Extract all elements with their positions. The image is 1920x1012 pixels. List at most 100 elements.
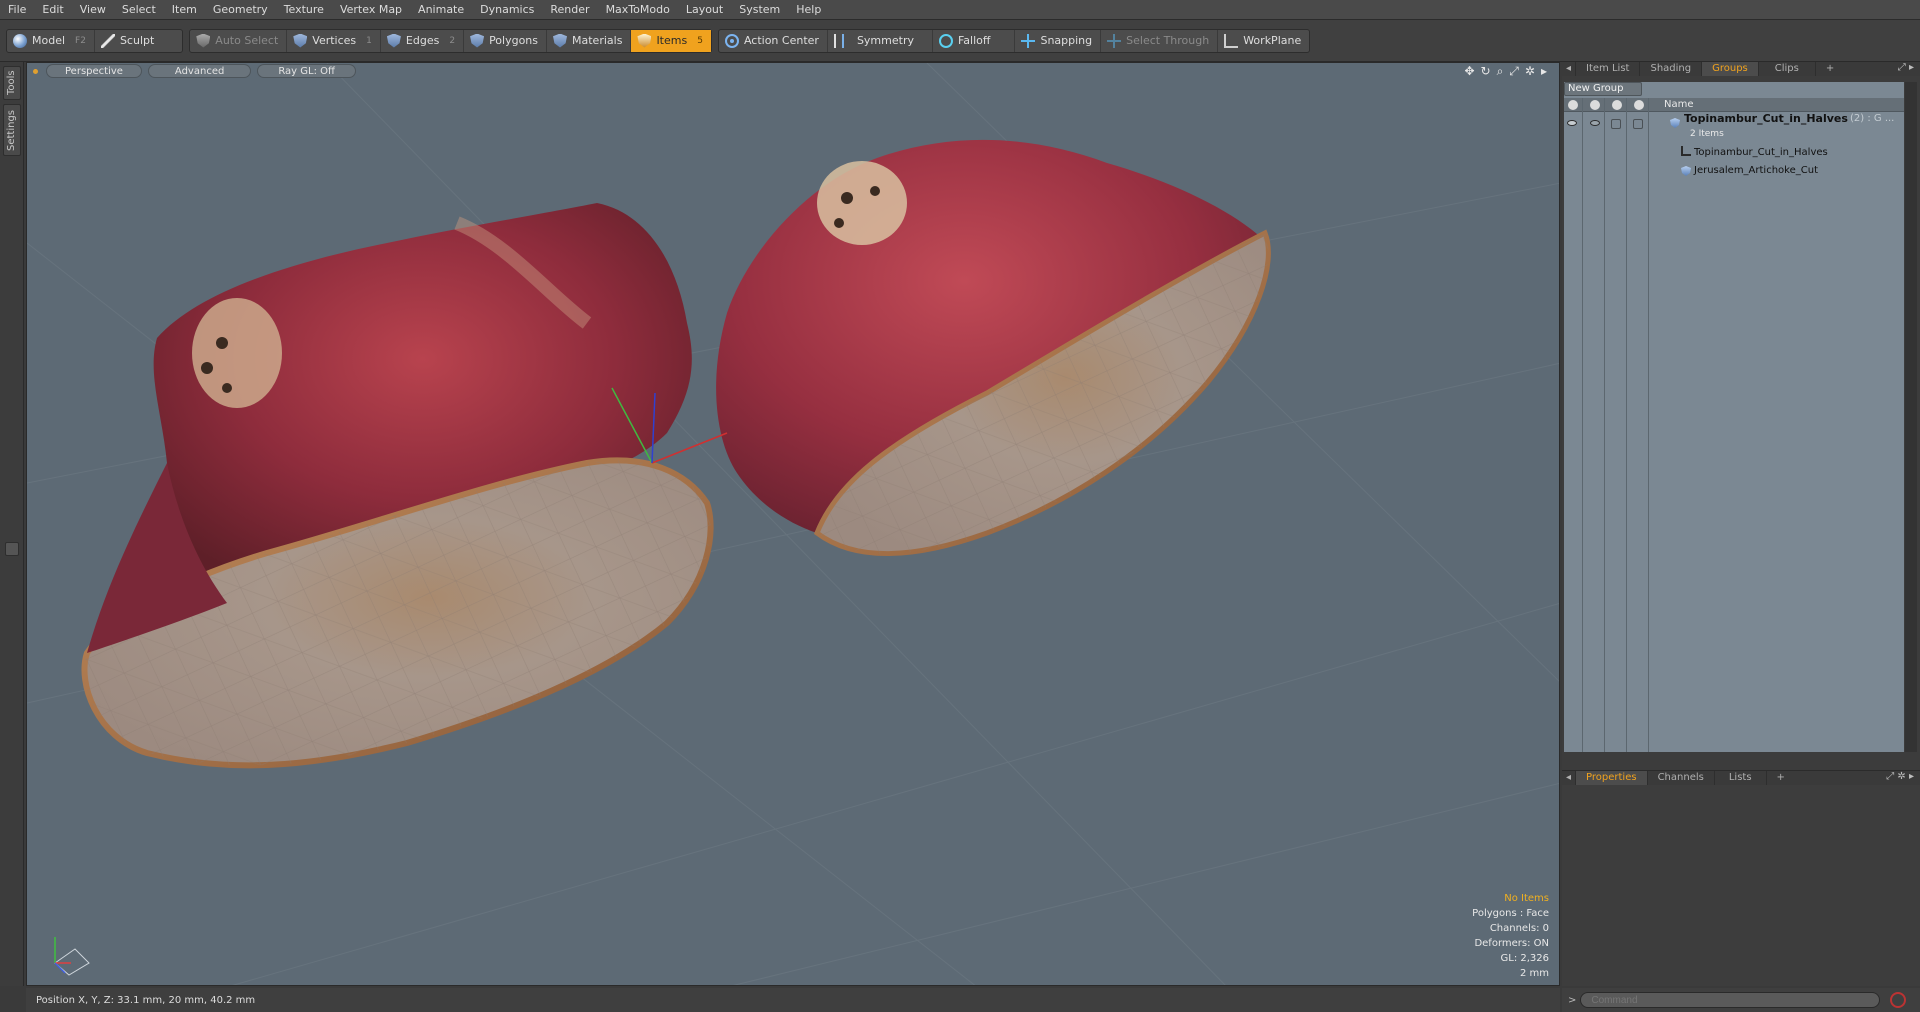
model-button[interactable]: Model F2 xyxy=(7,29,95,52)
items-button[interactable]: Items 5 xyxy=(631,29,711,52)
maximize-icon[interactable]: ⤢ xyxy=(1509,63,1519,79)
model-label: Model xyxy=(32,34,66,47)
tab-groups[interactable]: Groups xyxy=(1702,62,1759,76)
menu-dynamics[interactable]: Dynamics xyxy=(472,0,542,20)
menu-maxtomodo[interactable]: MaxToModo xyxy=(598,0,678,20)
tab-properties[interactable]: Properties xyxy=(1576,771,1648,785)
lock-column-icon[interactable] xyxy=(1612,100,1622,110)
visibility-eye-icon[interactable] xyxy=(1567,120,1577,126)
command-bar: > xyxy=(1562,988,1920,1012)
tab-channels[interactable]: Channels xyxy=(1648,771,1715,785)
items-icon xyxy=(637,33,652,48)
vertices-button[interactable]: Vertices 1 xyxy=(287,29,381,52)
play-arrow-icon[interactable]: ▸ xyxy=(1541,63,1547,79)
falloff-button[interactable]: Falloff xyxy=(933,29,1016,52)
falloff-label: Falloff xyxy=(957,34,991,47)
tab-tools[interactable]: Tools xyxy=(3,66,21,100)
sculpt-button[interactable]: Sculpt xyxy=(95,30,182,52)
column-divider xyxy=(1582,98,1583,752)
command-history-icon[interactable]: > xyxy=(1568,995,1576,1006)
menu-select[interactable]: Select xyxy=(114,0,164,20)
menu-layout[interactable]: Layout xyxy=(678,0,731,20)
rotate-icon[interactable]: ↻ xyxy=(1481,63,1491,79)
column-divider xyxy=(1648,98,1649,752)
menu-geometry[interactable]: Geometry xyxy=(205,0,276,20)
selection-mode-group: Auto Select Vertices 1 Edges 2 Polygons … xyxy=(189,28,712,53)
lock-toggle[interactable] xyxy=(1611,119,1621,129)
group-row[interactable]: Topinambur_Cut_in_Halves (2) : G ... 2 I… xyxy=(1564,112,1904,144)
tab-item-list[interactable]: Item List xyxy=(1576,62,1641,76)
pan-icon[interactable]: ✥ xyxy=(1464,63,1474,79)
select-toggle[interactable] xyxy=(1633,119,1643,129)
snapping-button[interactable]: Snapping xyxy=(1015,29,1102,52)
select-column-icon[interactable] xyxy=(1634,100,1644,110)
workplane-icon xyxy=(1224,33,1239,48)
3d-viewport[interactable]: Perspective Advanced Ray GL: Off ✥ ↻ ⌕ ⤢… xyxy=(26,62,1560,986)
brush-icon xyxy=(100,33,115,48)
add-tab-button[interactable]: + xyxy=(1816,62,1844,76)
zoom-icon[interactable]: ⌕ xyxy=(1497,63,1504,79)
render-toggle-icon[interactable] xyxy=(1590,120,1600,126)
materials-button[interactable]: Materials xyxy=(547,29,632,52)
menu-help[interactable]: Help xyxy=(788,0,829,20)
channels-info: Channels: 0 xyxy=(1489,923,1549,934)
child-item-name: Jerusalem_Artichoke_Cut xyxy=(1694,165,1818,176)
action-center-label: Action Center xyxy=(743,34,819,47)
tab-clips[interactable]: Clips xyxy=(1759,62,1816,76)
group-meta: (2) : G ... xyxy=(1850,113,1895,124)
polygons-button[interactable]: Polygons xyxy=(464,29,548,52)
viewport-menu-dot[interactable] xyxy=(33,68,38,74)
deformers-info: Deformers: ON xyxy=(1474,938,1549,949)
column-divider xyxy=(1626,98,1627,752)
column-divider xyxy=(1604,98,1605,752)
select-through-label: Select Through xyxy=(1126,34,1210,47)
panel-expand-icon[interactable]: ⤢ ▸ xyxy=(1898,62,1914,73)
groups-scrollbar[interactable] xyxy=(1905,82,1917,752)
tab-lists[interactable]: Lists xyxy=(1715,771,1767,785)
view-type-button[interactable]: Perspective xyxy=(46,64,142,78)
visibility-column-icon[interactable] xyxy=(1568,100,1578,110)
groups-tree: New Group Name Topinambur_Cut_in_Halves … xyxy=(1564,82,1904,752)
left-tab-strip: Tools Settings xyxy=(0,62,24,986)
gear-icon[interactable]: ✲ xyxy=(1525,63,1535,79)
tools-group: Action Center Symmetry Falloff Snapping … xyxy=(717,28,1311,53)
shading-mode-button[interactable]: Advanced xyxy=(147,64,252,78)
items-label: Items xyxy=(656,34,688,47)
edges-button[interactable]: Edges 2 xyxy=(381,29,465,52)
menu-file[interactable]: File xyxy=(0,0,34,20)
collapse-handle[interactable] xyxy=(5,542,19,556)
select-through-button[interactable]: Select Through xyxy=(1101,29,1219,52)
auto-select-button[interactable]: Auto Select xyxy=(190,29,288,52)
right-artichoke-half xyxy=(716,139,1271,557)
menu-render[interactable]: Render xyxy=(542,0,597,20)
menu-edit[interactable]: Edit xyxy=(34,0,71,20)
menu-view[interactable]: View xyxy=(72,0,114,20)
action-center-icon xyxy=(724,33,739,48)
new-group-button[interactable]: New Group xyxy=(1564,82,1642,96)
menu-system[interactable]: System xyxy=(731,0,788,20)
menu-animate[interactable]: Animate xyxy=(410,0,472,20)
raygl-button[interactable]: Ray GL: Off xyxy=(257,64,356,78)
action-center-button[interactable]: Action Center xyxy=(719,29,828,52)
tab-settings[interactable]: Settings xyxy=(3,104,21,156)
scene-render[interactable] xyxy=(27,63,1560,986)
tree-item-row[interactable]: Jerusalem_Artichoke_Cut xyxy=(1564,162,1904,180)
add-tab-button[interactable]: + xyxy=(1767,771,1795,785)
render-column-icon[interactable] xyxy=(1590,100,1600,110)
command-input[interactable] xyxy=(1580,992,1881,1008)
menu-texture[interactable]: Texture xyxy=(276,0,332,20)
record-icon[interactable] xyxy=(1890,992,1907,1008)
menu-vertex-map[interactable]: Vertex Map xyxy=(332,0,410,20)
vertices-label: Vertices xyxy=(312,34,357,47)
panel-arrow-icon[interactable]: ◂ xyxy=(1562,771,1577,785)
menu-item[interactable]: Item xyxy=(164,0,205,20)
panel-arrow-icon[interactable]: ◂ xyxy=(1562,62,1577,76)
mesh-icon xyxy=(1681,166,1691,176)
snapping-label: Snapping xyxy=(1040,34,1093,47)
tab-shading[interactable]: Shading xyxy=(1640,62,1703,76)
workplane-button[interactable]: WorkPlane xyxy=(1218,30,1309,52)
edges-shortcut: 2 xyxy=(449,35,456,46)
tree-item-row[interactable]: Topinambur_Cut_in_Halves xyxy=(1564,144,1904,162)
symmetry-button[interactable]: Symmetry xyxy=(828,29,933,52)
panel-options-icon[interactable]: ⤢ ✲ ▸ xyxy=(1886,771,1914,782)
